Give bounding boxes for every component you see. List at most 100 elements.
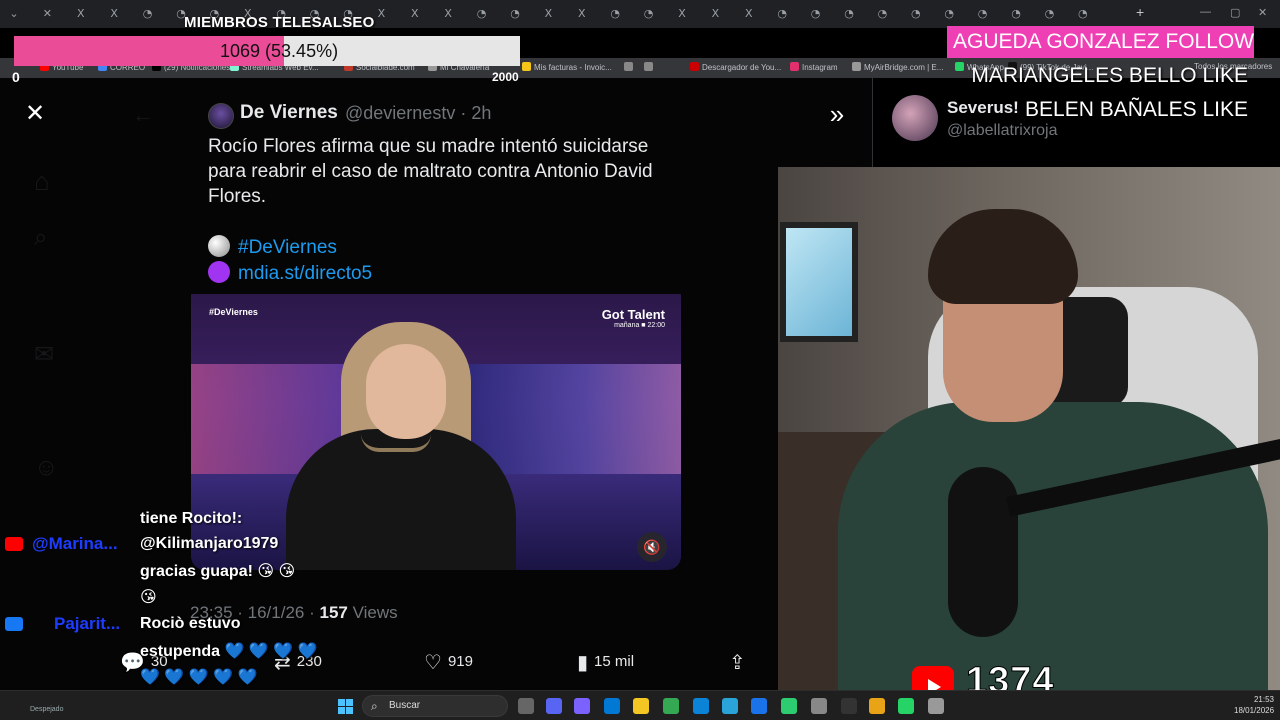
browser-tab[interactable]: X [73,6,89,22]
browser-tab[interactable]: ◔ [941,6,957,22]
search-placeholder: Buscar [389,700,421,711]
tweet-text: Rocío Flores afirma que su madre intentó… [208,136,653,207]
bookmark-item[interactable] [624,62,636,72]
bookmark-item[interactable]: Instagram [790,62,838,72]
disco-ball-icon [208,235,230,257]
bookmark-item[interactable]: MyAirBridge.com | E... [852,62,943,72]
bookmark-icon [852,62,861,71]
browser-tab[interactable]: ◔ [975,6,991,22]
windows-start-icon[interactable] [338,699,353,714]
share-icon: ⇪ [729,652,746,674]
ghost-back-arrow-icon: ← [132,102,154,127]
browser-tab[interactable]: X [407,6,423,22]
taskbar-app-icon[interactable] [811,698,827,714]
hashtag-text[interactable]: #DeViernes [238,237,337,258]
taskbar-app-icon[interactable] [693,698,709,714]
mute-icon[interactable]: 🔇 [637,532,667,562]
facebook-icon [5,617,23,631]
browser-tab[interactable]: X [440,6,456,22]
bookmark-item[interactable]: Descargador de You... [690,62,781,72]
close-media-viewer-button[interactable]: ✕ [22,101,48,127]
like-button[interactable]: ♡ 919 [424,650,473,675]
bookmark-label: Descargador de You... [702,63,782,72]
browser-tab[interactable]: ◔ [140,6,156,22]
new-tab-button[interactable]: + [1136,4,1152,22]
ghost-search-icon: ⌕ [34,224,48,251]
taskbar-app-icon[interactable] [722,698,738,714]
taskbar-app-icon[interactable] [604,698,620,714]
expand-sidebar-icon[interactable]: » [822,101,852,129]
video-show-logo: Got Talent [601,307,665,322]
browser-tab[interactable]: ◔ [808,6,824,22]
bookmark-icon [790,62,799,71]
maximize-icon[interactable]: ▢ [1230,6,1240,19]
views-button[interactable]: ▮ 15 mil [577,650,634,675]
browser-tab[interactable]: ◔ [607,6,623,22]
share-button[interactable]: ⇪ [729,650,752,675]
side-author-handle[interactable]: @labellatrixroja [947,122,1058,140]
browser-tab[interactable]: ◔ [908,6,924,22]
author-avatar[interactable] [208,103,234,129]
taskbar-app-icon[interactable] [663,698,679,714]
url-text[interactable]: mdia.st/directo5 [238,263,372,284]
browser-tab[interactable]: ◔ [1041,6,1057,22]
browser-tab[interactable]: X [106,6,122,22]
browser-tab[interactable]: ◔ [641,6,657,22]
side-avatar[interactable] [892,95,938,141]
minimize-icon[interactable]: — [1200,6,1211,18]
browser-tab[interactable]: X [741,6,757,22]
taskbar-app-icon[interactable] [841,698,857,714]
membership-max-label: 2000 [492,70,519,84]
browser-tab[interactable]: ◔ [507,6,523,22]
hashtag-link[interactable]: #DeViernes [208,235,337,259]
browser-tab[interactable]: ◔ [774,6,790,22]
browser-tab[interactable]: ◔ [874,6,890,22]
chat-username: @Marina... [32,534,118,553]
browser-tab[interactable]: ◔ [841,6,857,22]
bookmark-icon [955,62,964,71]
taskbar-app-icon[interactable] [751,698,767,714]
views-action-count: 15 mil [594,653,635,670]
taskbar-app-icon[interactable] [898,698,914,714]
bookmark-item[interactable]: Mis facturas - Invoic... [522,62,612,72]
clock-time: 21:53 [1253,695,1274,704]
taskbar-app-icon[interactable] [928,698,944,714]
taskbar-app-icon[interactable] [869,698,885,714]
chat-message: 💙 💙 💙 💙 💙 [140,669,258,686]
browser-tab[interactable]: X [373,6,389,22]
taskbar-app-icon[interactable] [633,698,649,714]
browser-tab[interactable]: ⌄ [6,6,22,22]
taskbar-app-icon[interactable] [546,698,562,714]
chat-username: Pajarit... [54,614,121,633]
like-count: 919 [447,653,473,670]
taskbar-app-icon[interactable] [574,698,590,714]
browser-tab[interactable]: X [674,6,690,22]
browser-tab[interactable]: ◔ [1075,6,1091,22]
taskbar-app-icon[interactable] [781,698,797,714]
url-link[interactable]: mdia.st/directo5 [208,261,372,285]
membership-progress-text: 1069 (53.45%) [220,41,339,61]
video-hashtag-overlay: #DeViernes [209,307,258,317]
author-name[interactable]: De Viernes [240,102,338,124]
system-clock[interactable]: 21:53 18/01/2026 [1234,694,1274,716]
browser-tab[interactable]: X [707,6,723,22]
taskbar-app-icon[interactable] [518,698,534,714]
weather-widget[interactable]: Despejado [30,706,63,713]
tweet-video[interactable]: #DeViernes Got Talent mañana ■ 22:00 🔇 [191,294,681,570]
browser-tab[interactable]: X [574,6,590,22]
webcam-monitor [780,222,858,342]
browser-tab[interactable]: ◔ [1008,6,1024,22]
membership-goal-title: MIEMBROS TELESALSEO [184,14,375,31]
active-tab[interactable]: ✕ [39,6,55,22]
chat-message: gracias guapa! 😘 😘 [140,563,296,580]
author-handle[interactable]: @deviernestv · 2h [345,103,491,124]
browser-tab[interactable]: X [540,6,556,22]
side-author-name[interactable]: Severus! [947,98,1019,118]
bookmark-item[interactable] [644,62,656,72]
like-alert-2: BELEN BAÑALES LIKE [1025,98,1248,121]
analytics-icon: ▮ [577,652,589,674]
browser-tab[interactable]: ◔ [474,6,490,22]
close-window-icon[interactable]: ✕ [1258,6,1267,19]
taskbar-search-input[interactable]: ⌕ Buscar [362,695,508,717]
heart-icon: ♡ [424,652,442,674]
